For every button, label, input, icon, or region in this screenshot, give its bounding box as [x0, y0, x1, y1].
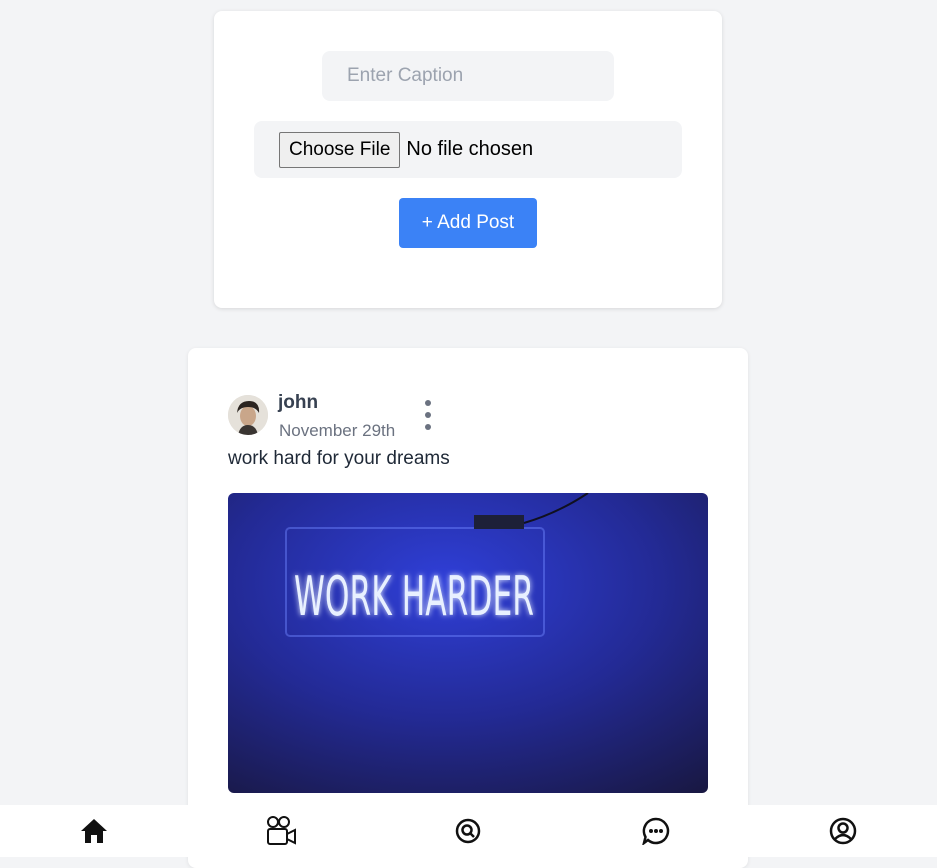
- add-post-button[interactable]: + Add Post: [399, 198, 537, 248]
- file-status-text: No file chosen: [406, 138, 534, 160]
- create-post-card: Choose File No file chosen + Add Post: [214, 11, 722, 308]
- bottom-nav: [0, 805, 937, 857]
- post-date: November 29th: [279, 421, 396, 440]
- post-username[interactable]: john: [278, 392, 318, 414]
- avatar[interactable]: [228, 395, 268, 435]
- user-circle-icon[interactable]: [823, 811, 863, 851]
- home-icon[interactable]: [74, 811, 114, 851]
- file-upload-row: Choose File No file chosen: [254, 121, 682, 178]
- post-caption: work hard for your dreams: [228, 448, 450, 469]
- video-camera-icon[interactable]: [261, 811, 301, 851]
- post-image: WORK HARDER: [228, 493, 708, 793]
- choose-file-button[interactable]: Choose File: [279, 131, 401, 168]
- caption-input[interactable]: [322, 51, 614, 101]
- more-options-icon[interactable]: [420, 400, 436, 430]
- search-icon[interactable]: [448, 811, 488, 851]
- chat-icon[interactable]: [636, 811, 676, 851]
- post-card: john November 29th work hard for your dr…: [188, 348, 748, 868]
- neon-sign-text: WORK HARDER: [294, 565, 534, 628]
